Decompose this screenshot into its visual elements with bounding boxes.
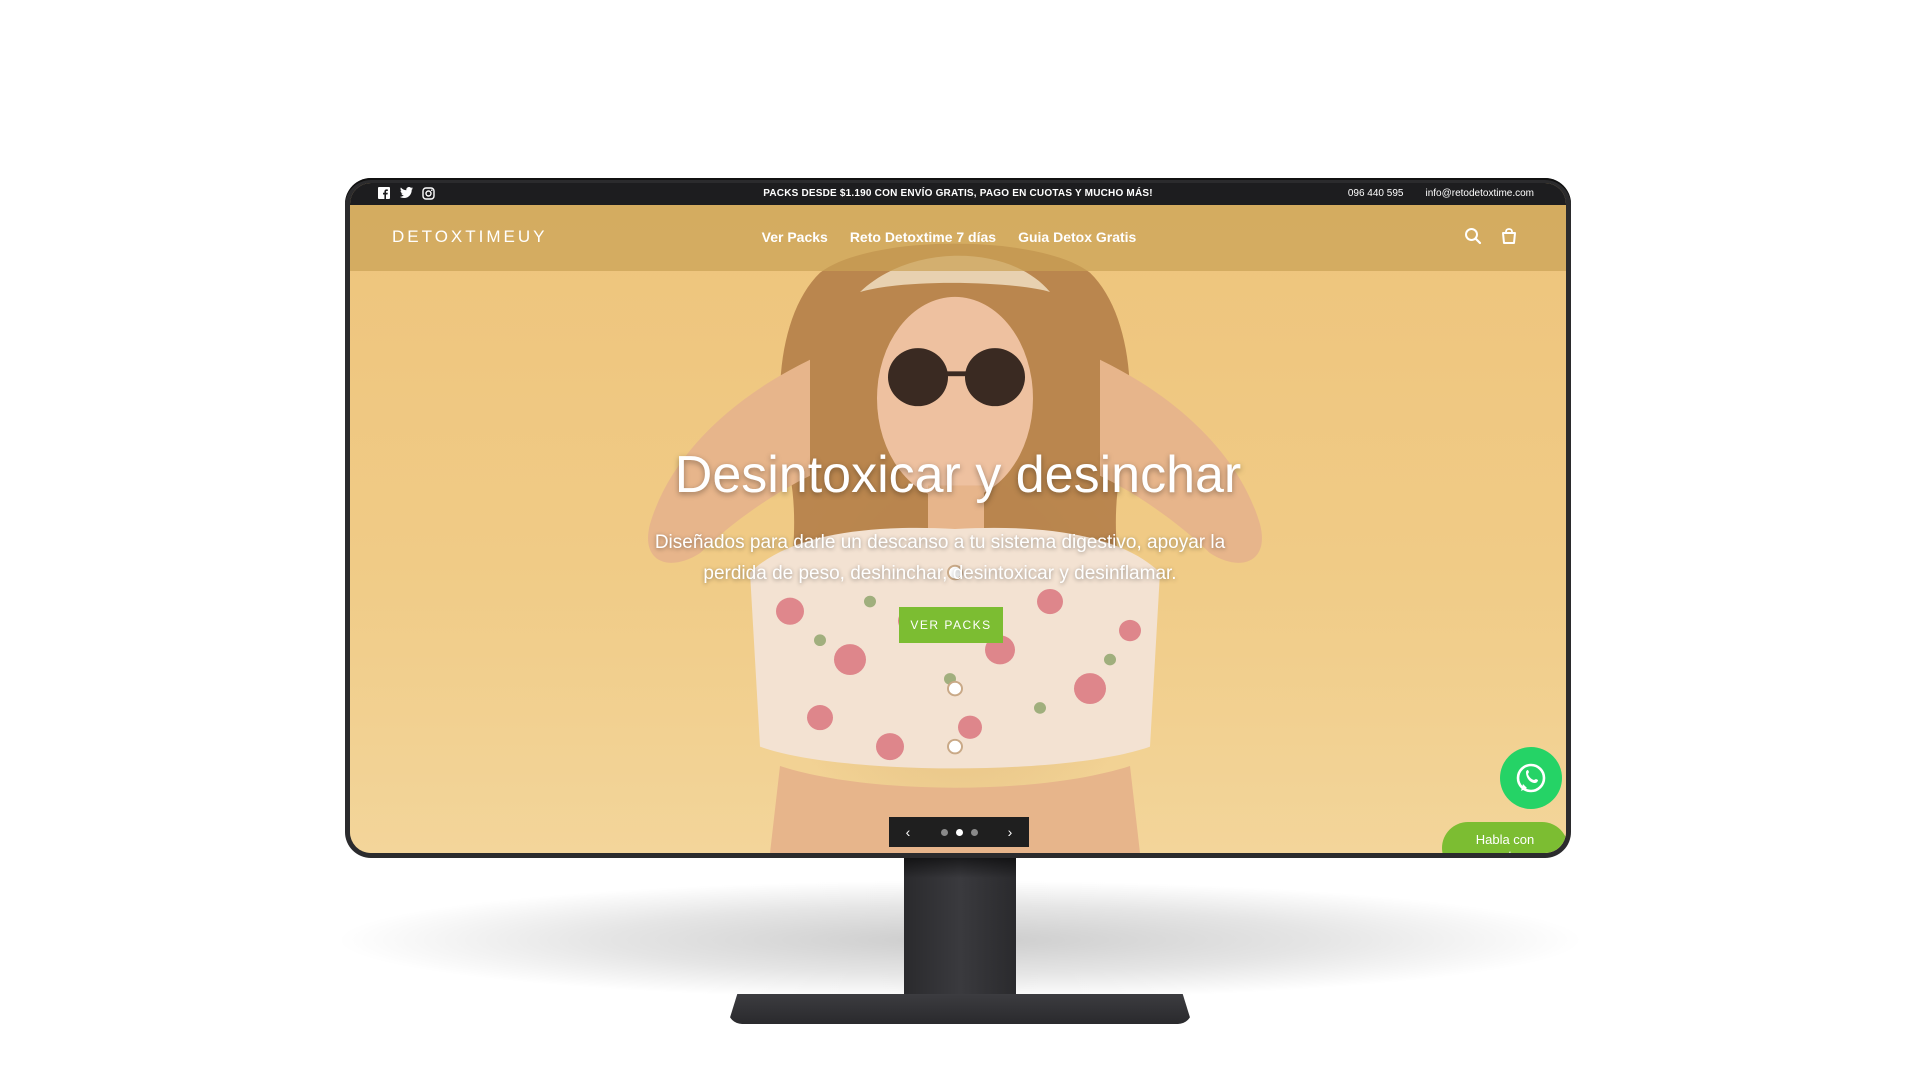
scene: Desintoxicar y desinchar Diseñados para …	[0, 0, 1920, 1080]
slideshow-controls: ‹ ›	[889, 817, 1029, 847]
whatsapp-button[interactable]	[1500, 747, 1562, 809]
next-slide-icon[interactable]: ›	[1003, 824, 1017, 840]
whatsapp-chat-label[interactable]: Habla con nosotros	[1442, 822, 1566, 853]
main-nav: Ver Packs Reto Detoxtime 7 días Guia Det…	[350, 229, 1557, 245]
nav-guia-detox[interactable]: Guia Detox Gratis	[1018, 229, 1136, 245]
slide-dot-2[interactable]	[955, 828, 963, 836]
whatsapp-icon	[1516, 763, 1546, 793]
contact-info: 096 440 595 info@retodetoxtime.com	[1348, 188, 1534, 199]
search-icon[interactable]	[1464, 227, 1482, 245]
monitor-stand-neck	[904, 858, 1016, 1010]
nav-ver-packs[interactable]: Ver Packs	[762, 229, 828, 245]
hero-section: Desintoxicar y desinchar Diseñados para …	[350, 205, 1566, 853]
nav-reto-detoxtime[interactable]: Reto Detoxtime 7 días	[850, 229, 996, 245]
phone-number[interactable]: 096 440 595	[1348, 188, 1404, 199]
cart-icon[interactable]	[1500, 227, 1518, 245]
slide-dots	[940, 828, 978, 836]
previous-slide-icon[interactable]: ‹	[901, 824, 915, 840]
neck-shadow	[904, 858, 1016, 878]
monitor-stand-base	[728, 994, 1192, 1024]
slide-dot-3[interactable]	[970, 828, 978, 836]
monitor: Desintoxicar y desinchar Diseñados para …	[345, 178, 1571, 858]
slide-dot-1[interactable]	[940, 828, 948, 836]
ver-packs-button[interactable]: VER PACKS	[899, 607, 1003, 643]
header-icons	[1464, 227, 1518, 245]
hero-subtitle: Diseñados para darle un descanso a tu si…	[654, 532, 1226, 584]
site-header: DETOXTIMEUY Ver Packs Reto Detoxtime 7 d…	[350, 205, 1566, 271]
email-address[interactable]: info@retodetoxtime.com	[1425, 188, 1534, 199]
announcement-bar: PACKS DESDE $1.190 CON ENVÍO GRATIS, PAG…	[350, 183, 1566, 205]
hero-title: Desintoxicar y desinchar	[674, 446, 1242, 504]
website-screen: Desintoxicar y desinchar Diseñados para …	[350, 183, 1566, 853]
